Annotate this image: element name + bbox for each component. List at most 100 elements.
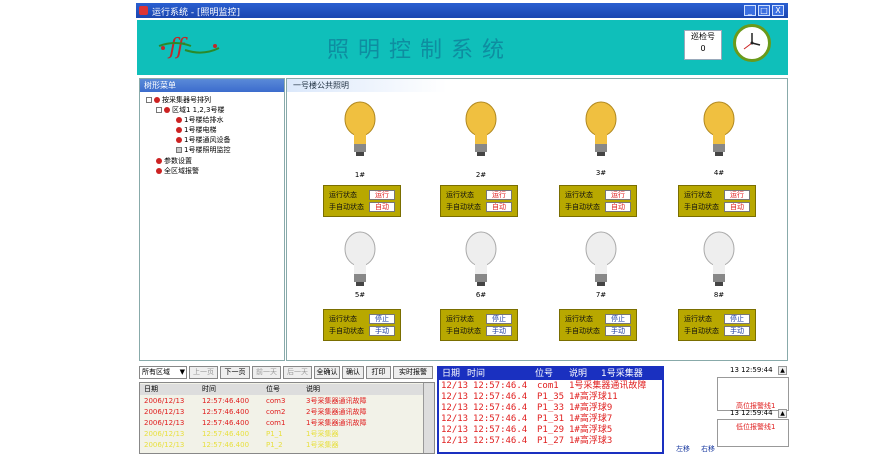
scroll-up-icon[interactable]: ▲ bbox=[778, 366, 787, 375]
tree-item[interactable]: 按采集器号排列 bbox=[146, 96, 211, 105]
prev-day-button[interactable]: 前一天 bbox=[252, 366, 281, 379]
high-alarm-box: 高位报警线1 bbox=[717, 377, 789, 411]
log-row[interactable]: 12/13 12:57:46.4 P1_27 1#高浮球3 bbox=[441, 436, 663, 447]
collapse-icon[interactable] bbox=[146, 97, 152, 103]
tree-item[interactable]: 1号楼电梯 bbox=[176, 126, 216, 135]
collapse-icon[interactable] bbox=[156, 107, 162, 113]
bulb-on-icon bbox=[465, 101, 497, 156]
log-row[interactable]: 12/13 12:57:46.4 P1_33 1#高浮球9 bbox=[441, 403, 663, 414]
alarm-timestamp: 13 12:59:44 bbox=[730, 409, 773, 417]
bulb-on-icon bbox=[344, 101, 376, 156]
node-icon bbox=[176, 137, 182, 143]
bulb-off-icon bbox=[465, 231, 497, 286]
log-row[interactable]: 12/13 12:57:46.4 P1_35 1#高浮球11 bbox=[441, 392, 663, 403]
lamp-status-panel: 运行状态 停止 手自动状态 手动 bbox=[559, 309, 637, 341]
panel-title: 一号楼公共照明 bbox=[287, 79, 447, 92]
lamp-label: 5# bbox=[354, 291, 366, 299]
window-title: 运行系统 - [照明监控] bbox=[152, 8, 240, 18]
folder-icon bbox=[154, 97, 160, 103]
prev-page-button[interactable]: 上一页 bbox=[189, 366, 218, 379]
mode-status[interactable]: 自动 bbox=[724, 202, 750, 212]
table-header: 日期 时间 位号 说明 bbox=[140, 384, 430, 395]
bulb-off-icon bbox=[344, 231, 376, 286]
run-status[interactable]: 停止 bbox=[369, 314, 395, 324]
log-row[interactable]: 12/13 12:57:46.4 P1_31 1#高浮球7 bbox=[441, 414, 663, 425]
table-row[interactable]: 2006/12/13 12:57:46.400 P1_2 1号采集器 bbox=[140, 440, 430, 451]
mode-status[interactable]: 自动 bbox=[605, 202, 631, 212]
tree-item-selected[interactable]: 1号楼照明监控 bbox=[176, 146, 230, 155]
run-status[interactable]: 停止 bbox=[486, 314, 512, 324]
minimize-button[interactable]: _ bbox=[744, 5, 756, 16]
node-icon bbox=[176, 117, 182, 123]
tree-item[interactable]: 参数设置 bbox=[156, 157, 192, 166]
mode-status[interactable]: 手动 bbox=[369, 326, 395, 336]
history-toolbar: 所有区域 ▼ 上一页 下一页 前一天 后一天 全确认 确认 打印 实时报警 bbox=[139, 366, 435, 380]
run-status[interactable]: 运行 bbox=[605, 190, 631, 200]
log-row[interactable]: 12/13 12:57:46.4 com1 1号采集器通讯故障 bbox=[441, 381, 663, 392]
lamp-label: 6# bbox=[475, 291, 487, 299]
mode-status[interactable]: 手动 bbox=[605, 326, 631, 336]
lamp-status-panel: 运行状态 停止 手自动状态 手动 bbox=[678, 309, 756, 341]
low-alarm-box: 低位报警线1 bbox=[717, 419, 789, 447]
table-row[interactable]: 2006/12/13 12:57:46.400 com3 3号采集器通讯故障 bbox=[140, 396, 430, 407]
low-alarm-text: 低位报警线1 bbox=[736, 423, 776, 431]
run-status[interactable]: 停止 bbox=[724, 314, 750, 324]
mode-status[interactable]: 手动 bbox=[486, 326, 512, 336]
table-row[interactable]: 2006/12/13 12:57:46.400 com1 1号采集器通讯故障 bbox=[140, 418, 430, 429]
history-table: 日期 时间 位号 说明 2006/12/13 12:57:46.400 com3 3… bbox=[139, 382, 435, 454]
realtime-log: 日期 时间 位号 说明 1号采集器 12/13 12:57:46.4 com1 1号… bbox=[437, 366, 664, 454]
lamp-status-panel: 运行状态 停止 手自动状态 手动 bbox=[323, 309, 401, 341]
company-logo: ff bbox=[158, 35, 220, 60]
lamp-status-panel: 运行状态 运行 手自动状态 自动 bbox=[323, 185, 401, 217]
system-title: 照明控制系统 bbox=[327, 38, 514, 63]
lamp-label: 7# bbox=[595, 291, 607, 299]
realtime-alarm-button[interactable]: 实时报警 bbox=[393, 366, 433, 379]
tree-item[interactable]: 1号楼通风设备 bbox=[176, 136, 230, 145]
tree-item[interactable]: 区域1 1,2,3号楼 bbox=[156, 106, 225, 115]
area-select[interactable]: 所有区域 ▼ bbox=[139, 366, 187, 379]
svg-text:ff: ff bbox=[167, 35, 188, 60]
table-row[interactable]: 2006/12/13 12:57:46.400 P1_1 1号采集器 bbox=[140, 429, 430, 440]
alarm-timestamp: 13 12:59:44 bbox=[730, 366, 773, 374]
log-row[interactable]: 12/13 12:57:46.4 P1_29 1#高浮球5 bbox=[441, 425, 663, 436]
node-icon bbox=[176, 127, 182, 133]
move-right-button[interactable]: 右移 bbox=[701, 444, 715, 454]
next-page-button[interactable]: 下一页 bbox=[220, 366, 250, 379]
tree-menu-title: 树形菜单 bbox=[140, 79, 284, 92]
move-left-button[interactable]: 左移 bbox=[676, 444, 690, 454]
bulb-off-icon bbox=[585, 231, 617, 286]
lamp-status-panel: 运行状态 运行 手自动状态 自动 bbox=[440, 185, 518, 217]
confirm-button[interactable]: 确认 bbox=[342, 366, 364, 379]
confirm-all-button[interactable]: 全确认 bbox=[314, 366, 340, 379]
restore-button[interactable]: □ bbox=[758, 5, 770, 16]
node-icon bbox=[156, 158, 162, 164]
print-button[interactable]: 打印 bbox=[366, 366, 391, 379]
mode-status[interactable]: 自动 bbox=[369, 202, 395, 212]
round-value: 0 bbox=[700, 44, 706, 53]
round-label: 巡检号 bbox=[691, 32, 715, 41]
bulb-on-icon bbox=[585, 101, 617, 156]
run-status[interactable]: 停止 bbox=[605, 314, 631, 324]
monitor-icon bbox=[176, 147, 182, 153]
clock-icon bbox=[733, 24, 771, 62]
mode-status[interactable]: 自动 bbox=[486, 202, 512, 212]
round-number-box: 巡检号 0 bbox=[684, 30, 722, 60]
scroll-up-icon[interactable]: ▲ bbox=[778, 409, 787, 418]
mode-status[interactable]: 手动 bbox=[724, 326, 750, 336]
lamp-label: 4# bbox=[713, 169, 725, 177]
chevron-down-icon: ▼ bbox=[179, 368, 185, 376]
lamp-status-panel: 运行状态 停止 手自动状态 手动 bbox=[440, 309, 518, 341]
node-icon bbox=[156, 168, 162, 174]
table-row[interactable]: 2006/12/13 12:57:46.400 com2 2号采集器通讯故障 bbox=[140, 407, 430, 418]
run-status[interactable]: 运行 bbox=[724, 190, 750, 200]
run-status[interactable]: 运行 bbox=[486, 190, 512, 200]
tree-item[interactable]: 全区域报警 bbox=[156, 167, 199, 176]
run-status[interactable]: 运行 bbox=[369, 190, 395, 200]
vertical-scrollbar[interactable] bbox=[423, 383, 434, 453]
bulb-off-icon bbox=[703, 231, 735, 286]
title-bar: 运行系统 - [照明监控] _ □ X bbox=[136, 3, 788, 18]
close-button[interactable]: X bbox=[772, 5, 784, 16]
next-day-button[interactable]: 后一天 bbox=[283, 366, 312, 379]
lamp-status-panel: 运行状态 运行 手自动状态 自动 bbox=[678, 185, 756, 217]
tree-item[interactable]: 1号楼给排水 bbox=[176, 116, 223, 125]
